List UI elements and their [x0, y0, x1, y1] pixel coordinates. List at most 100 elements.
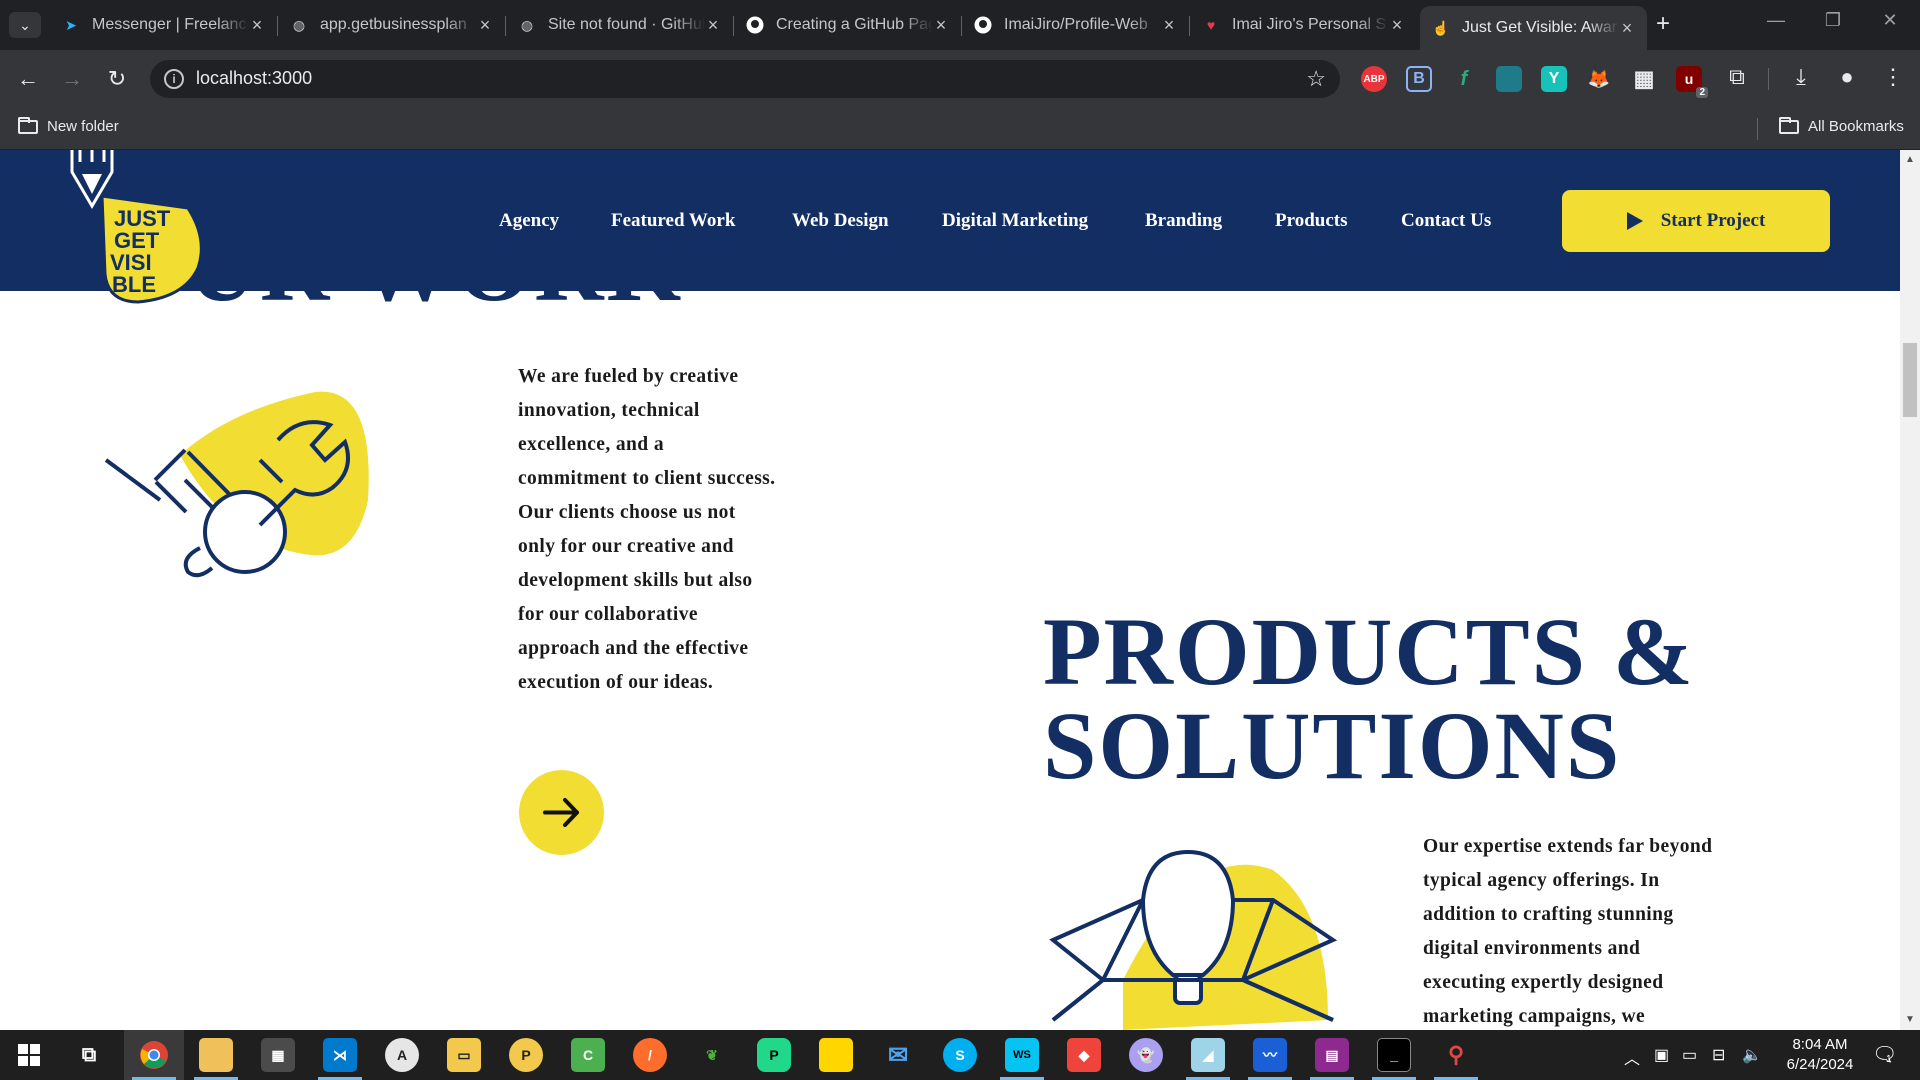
feather-extension-icon[interactable]: f [1451, 66, 1477, 92]
mongodb-compass-icon[interactable]: ⚲ [1439, 1038, 1473, 1072]
metamask-icon[interactable]: 🦊 [1586, 66, 1612, 92]
site-info-icon[interactable]: i [164, 69, 184, 89]
globe-icon: ◍ [520, 16, 534, 33]
chrome-icon[interactable] [137, 1038, 171, 1072]
system-clock[interactable]: 8:04 AM 6/24/2024 [1765, 1035, 1875, 1075]
network-icon[interactable]: ⊟ [1712, 1045, 1725, 1065]
restore-icon[interactable]: ❐ [1818, 10, 1848, 31]
scroll-thumb[interactable] [1903, 343, 1917, 417]
nav-branding[interactable]: Branding [1145, 210, 1222, 232]
site-logo[interactable]: JUST GET VISI BLE [60, 150, 210, 314]
github-icon [746, 16, 764, 34]
skype-icon[interactable]: S [943, 1038, 977, 1072]
nav-featured-work[interactable]: Featured Work [611, 210, 735, 232]
bookmark-new-folder[interactable]: New folder [18, 116, 119, 135]
tool-icon[interactable]: ◢ [1191, 1038, 1225, 1072]
close-icon[interactable]: × [705, 15, 721, 36]
nav-agency[interactable]: Agency [499, 210, 559, 232]
arrow-right-icon [543, 798, 579, 827]
github-icon [974, 16, 992, 34]
tab-personal-site[interactable]: ♥ Imai Jiro's Personal S × [1190, 8, 1417, 42]
back-icon[interactable]: ← [13, 64, 43, 94]
tab-getbusinessplan[interactable]: ◍ app.getbusinessplan × [278, 8, 505, 42]
clock-time: 8:04 AM [1792, 1036, 1848, 1053]
phantom-icon[interactable]: 👻 [1129, 1038, 1163, 1072]
close-icon[interactable]: × [933, 15, 949, 36]
tab-site-not-found[interactable]: ◍ Site not found · GitHub × [506, 8, 733, 42]
nav-contact-us[interactable]: Contact Us [1401, 210, 1491, 232]
y-extension-icon[interactable]: Y [1541, 66, 1567, 92]
scroll-up-icon[interactable]: ▲ [1904, 154, 1916, 166]
close-window-icon[interactable]: ✕ [1875, 10, 1905, 31]
lightbulb-box-illustration [1049, 849, 1338, 1030]
terminal-icon[interactable]: _ [1377, 1038, 1411, 1072]
start-project-button[interactable]: Start Project [1562, 190, 1830, 252]
our-work-arrow-button[interactable] [519, 770, 604, 855]
logo-text-line4: BLE [112, 272, 156, 297]
notification-center-icon[interactable]: 🗨 1 [1872, 1042, 1897, 1067]
close-icon[interactable]: × [477, 15, 493, 36]
address-bar[interactable]: i localhost:3000 ☆ [150, 60, 1340, 98]
forward-icon[interactable]: → [57, 64, 87, 94]
mongodb-icon[interactable]: ❦ [695, 1038, 729, 1072]
bookmark-star-icon[interactable]: ☆ [1306, 66, 1326, 92]
products-description: Our expertise extends far beyond typical… [1423, 836, 1713, 1027]
site-header: Agency Featured Work Web Design Digital … [0, 150, 1900, 291]
tab-profile-web[interactable]: ImaiJiro/Profile-Web × [962, 8, 1189, 42]
download-icon[interactable]: ⤓ [1786, 64, 1816, 90]
page-scrollbar[interactable]: ▲ ▼ [1900, 150, 1920, 1030]
file-explorer-icon[interactable] [199, 1038, 233, 1072]
anydesk-icon[interactable]: ◆ [1067, 1038, 1101, 1072]
b-extension-icon[interactable]: B [1406, 66, 1432, 92]
url-text[interactable]: localhost:3000 [196, 68, 312, 89]
camtasia-icon[interactable]: C [571, 1038, 605, 1072]
sticky-notes-icon[interactable] [819, 1038, 853, 1072]
new-tab-button[interactable]: + [1650, 12, 1676, 38]
whiteboard-icon[interactable]: 〰 [1253, 1038, 1287, 1072]
winrar-icon[interactable]: ▤ [1315, 1038, 1349, 1072]
heart-icon: ♥ [1206, 17, 1216, 33]
reload-icon[interactable]: ↻ [102, 64, 132, 94]
pycharm-icon[interactable]: P [757, 1038, 791, 1072]
adblock-plus-icon[interactable]: ABP [1361, 66, 1387, 92]
notification-count: 1 [1886, 1054, 1892, 1065]
mail-icon[interactable]: ✉ [881, 1038, 915, 1072]
close-icon[interactable]: × [1161, 15, 1177, 36]
scroll-down-icon[interactable]: ▼ [1904, 1014, 1916, 1026]
close-icon[interactable]: × [1619, 18, 1635, 39]
tab-messenger[interactable]: ➤ Messenger | Freelancer × [50, 8, 277, 42]
tab-github-page[interactable]: Creating a GitHub Page × [734, 8, 961, 42]
ublock-icon[interactable]: u 2 [1676, 66, 1708, 98]
wrench-plug-illustration [104, 391, 369, 578]
vscode-icon[interactable]: ⋊ [323, 1038, 357, 1072]
freelancer-icon: ➤ [65, 16, 77, 33]
meet-now-icon[interactable]: ▣ [1654, 1045, 1669, 1065]
task-view-icon[interactable]: ⧉ [72, 1038, 106, 1072]
windows-start-icon[interactable] [12, 1038, 46, 1072]
profile-icon[interactable]: ● [1832, 64, 1862, 90]
all-bookmarks[interactable]: All Bookmarks [1779, 116, 1904, 135]
nav-digital-marketing[interactable]: Digital Marketing [942, 210, 1088, 232]
tab-just-get-visible[interactable]: ☝ Just Get Visible: Award × [1420, 6, 1647, 50]
close-icon[interactable]: × [1389, 15, 1405, 36]
postman-icon[interactable]: P [509, 1038, 543, 1072]
webstorm-icon[interactable]: WS [1005, 1038, 1039, 1072]
store-icon[interactable]: ▦ [261, 1038, 295, 1072]
tab-search-button[interactable]: ⌄ [9, 12, 41, 38]
nav-web-design[interactable]: Web Design [792, 210, 889, 232]
qr-extension-icon[interactable]: ▦ [1631, 66, 1657, 92]
tray-chevron-icon[interactable]: ︿ [1624, 1045, 1640, 1069]
close-icon[interactable]: × [249, 15, 265, 36]
folder-app-icon[interactable]: ▭ [447, 1038, 481, 1072]
menu-kebab-icon[interactable]: ⋮ [1878, 64, 1908, 90]
app-a-icon[interactable]: A [385, 1038, 419, 1072]
nav-products[interactable]: Products [1275, 210, 1347, 232]
square-extension-icon[interactable] [1496, 66, 1522, 92]
minimize-icon[interactable]: — [1761, 10, 1791, 31]
volume-icon[interactable]: 🔈 [1742, 1045, 1762, 1065]
folder-icon [1779, 116, 1799, 134]
sublime-icon[interactable]: / [633, 1038, 667, 1072]
ublock-badge: 2 [1696, 87, 1708, 98]
extensions-puzzle-icon[interactable]: ⧉ [1722, 64, 1752, 90]
battery-icon[interactable]: ▭ [1682, 1045, 1697, 1065]
